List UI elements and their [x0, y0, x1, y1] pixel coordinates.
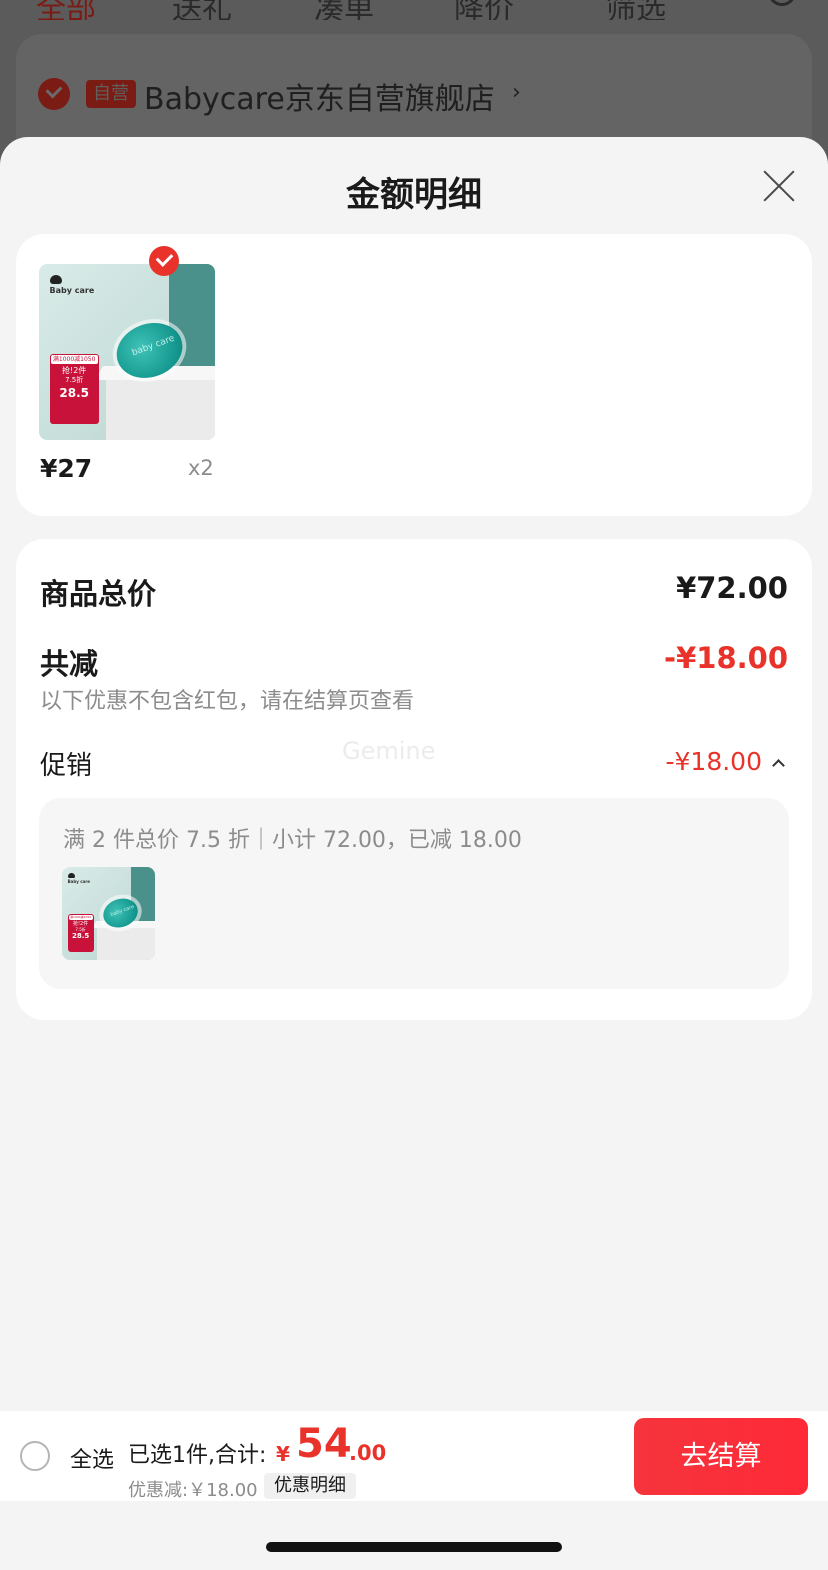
reduction-value: -¥18.00: [664, 641, 788, 675]
product-card: Baby care baby care 满1000减1050 抢!2件 7.5折…: [16, 234, 812, 516]
summary-card: 商品总价 ¥72.00 共减 -¥18.00 以下优惠不包含红包，请在结算页查看…: [16, 539, 812, 1020]
tab-bundle[interactable]: 凑单: [314, 0, 374, 20]
amount-detail-sheet: 金额明细 Baby care baby care 满1000减1050 抢!2件…: [0, 137, 828, 1570]
brand-logo: Baby care: [67, 872, 90, 884]
total-label: 商品总价: [40, 577, 157, 611]
product-quantity: x2: [188, 456, 214, 480]
promo-value[interactable]: -¥18.00: [666, 747, 763, 776]
promo-sticker: 满1000减1050 抢!2件 7.5折 28.5: [49, 353, 99, 425]
promo-description: 满 2 件总价 7.5 折｜小计 72.00，已减 18.00: [63, 828, 522, 853]
chevron-up-icon[interactable]: [772, 757, 784, 769]
checkout-bar: 全选 已选1件,合计: ¥ 54 .00 优惠减:￥18.00 优惠明细 去结算: [0, 1411, 828, 1501]
discount-detail-button[interactable]: 优惠明细: [264, 1473, 356, 1499]
select-all-label[interactable]: 全选: [70, 1442, 114, 1474]
chevron-right-icon[interactable]: ›: [512, 80, 521, 105]
currency-symbol: ¥: [276, 1442, 290, 1466]
promo-label[interactable]: 促销: [40, 745, 92, 782]
total-value: ¥72.00: [676, 571, 788, 605]
search-icon[interactable]: [768, 0, 796, 6]
shop-name[interactable]: Babycare京东自营旗舰店: [144, 74, 495, 118]
discount-text: 优惠减:￥18.00: [128, 1480, 258, 1501]
product-price: ¥27: [40, 454, 93, 483]
selected-check-icon[interactable]: [149, 246, 179, 276]
tab-gift[interactable]: 送礼: [172, 0, 232, 20]
close-icon[interactable]: [762, 169, 796, 203]
sheet-title: 金额明细: [346, 175, 482, 215]
tab-price-drop[interactable]: 降价: [454, 0, 514, 20]
watermark: Gemine: [342, 737, 436, 765]
tab-filter[interactable]: 筛选: [606, 0, 666, 20]
brand-logo: Baby care: [49, 274, 94, 295]
home-indicator: [266, 1542, 562, 1552]
promo-product-thumbnail[interactable]: Baby care baby care 满1000减1050 抢!2件 7.5折…: [62, 867, 155, 960]
total-amount-integer: 54: [296, 1421, 352, 1467]
checkout-button[interactable]: 去结算: [634, 1418, 808, 1495]
self-operated-badge: 自营: [86, 80, 136, 108]
tab-all[interactable]: 全部: [36, 0, 96, 20]
category-tabs: 全部 送礼 凑单 降价 筛选: [0, 0, 828, 20]
product-image[interactable]: Baby care baby care 满1000减1050 抢!2件 7.5折…: [39, 264, 215, 440]
selected-summary: 已选1件,合计:: [128, 1443, 267, 1468]
shop-check-icon[interactable]: [38, 78, 70, 110]
total-amount-decimal: .00: [349, 1441, 387, 1465]
reduction-note: 以下优惠不包含红包，请在结算页查看: [40, 689, 415, 714]
promo-sticker: 满1000减1050 抢!2件 7.5折 28.5: [67, 914, 94, 952]
select-all-radio[interactable]: [20, 1441, 50, 1471]
reduction-label: 共减: [40, 647, 99, 681]
